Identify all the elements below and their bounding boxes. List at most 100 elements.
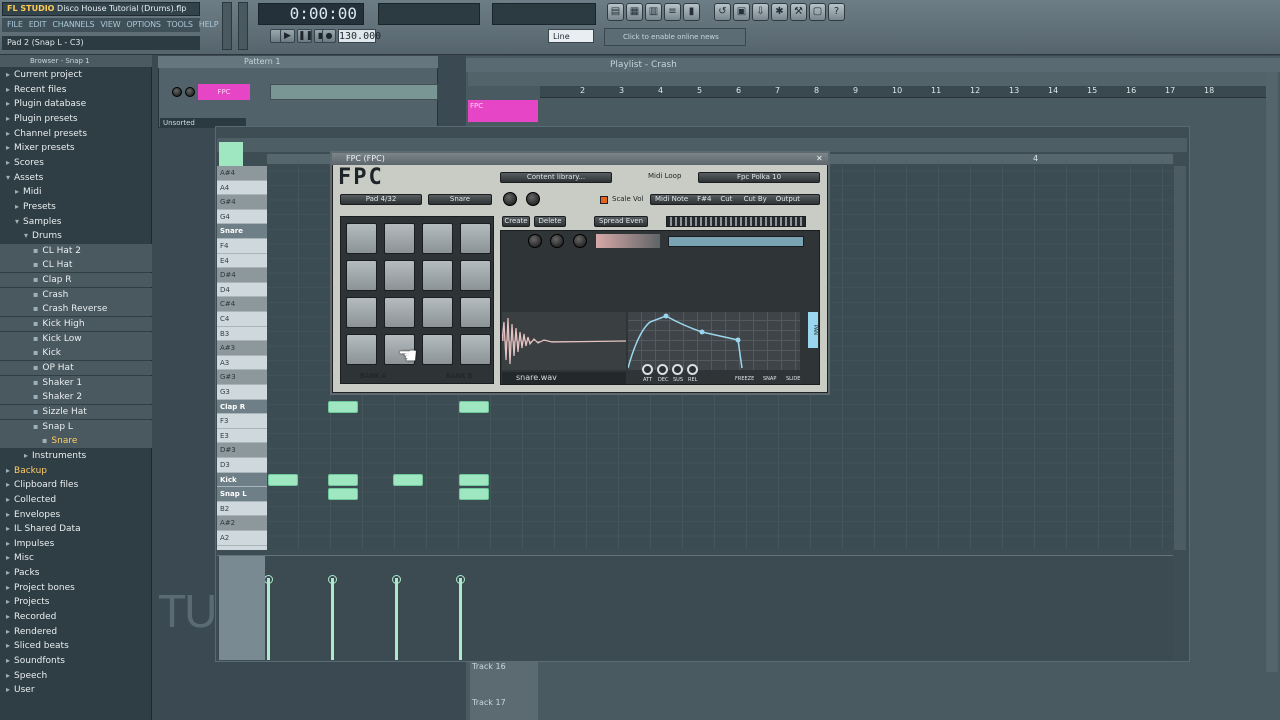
- browser-item[interactable]: ▪ Kick High: [0, 317, 152, 332]
- pan-knob[interactable]: [526, 192, 540, 206]
- layer-name[interactable]: Snare: [428, 194, 492, 205]
- velocity-handle[interactable]: [264, 575, 273, 584]
- browser-item[interactable]: ▸ Packs: [0, 566, 152, 580]
- drum-pad[interactable]: [422, 297, 453, 328]
- velocity-lane[interactable]: [217, 555, 1173, 660]
- tools-icon[interactable]: ⚒: [790, 3, 807, 21]
- drum-pad[interactable]: [346, 334, 377, 365]
- browser-item[interactable]: ▸ Rendered: [0, 625, 152, 639]
- drum-pad[interactable]: [422, 223, 453, 254]
- browser-item[interactable]: ▸ Current project: [0, 68, 152, 82]
- browser-item[interactable]: ▪ Crash Reverse: [0, 302, 152, 317]
- envelope-knob[interactable]: [672, 364, 683, 375]
- drum-pad[interactable]: [384, 223, 415, 254]
- piano-key[interactable]: D#4: [217, 268, 267, 283]
- browser-item[interactable]: ▪ Crash: [0, 287, 152, 302]
- browser-item[interactable]: ▸ Mixer presets: [0, 141, 152, 155]
- piano-key[interactable]: A2: [217, 531, 267, 546]
- piano-key[interactable]: Snap L: [217, 487, 267, 502]
- piano-key[interactable]: F4: [217, 239, 267, 254]
- browser-item[interactable]: ▪ CL Hat: [0, 258, 152, 273]
- browser-item[interactable]: ▪ Shaker 1: [0, 375, 152, 390]
- browser-item[interactable]: ▸ Sliced beats: [0, 639, 152, 653]
- spread-even-button[interactable]: Spread Even: [594, 216, 648, 227]
- browser-item[interactable]: ▸ Soundfonts: [0, 654, 152, 668]
- menu-file[interactable]: FILE: [5, 18, 25, 32]
- velocity-bar[interactable]: [395, 578, 398, 660]
- play-button[interactable]: ▶: [280, 29, 295, 43]
- piano-key[interactable]: A3: [217, 356, 267, 371]
- master-volume-slider[interactable]: [222, 2, 232, 50]
- browser-item[interactable]: ▪ Sizzle Hat: [0, 404, 152, 419]
- drum-pad[interactable]: [346, 223, 377, 254]
- master-pitch-slider[interactable]: [238, 2, 248, 50]
- track-16-header[interactable]: Track 16: [470, 660, 538, 696]
- velocity-handle[interactable]: [456, 575, 465, 584]
- browser-item[interactable]: ▾ Drums: [0, 229, 152, 243]
- drum-pad[interactable]: [346, 297, 377, 328]
- browser-item[interactable]: ▸ Impulses: [0, 537, 152, 551]
- piano-key[interactable]: D3: [217, 458, 267, 473]
- pan-tab[interactable]: PAN: [808, 312, 818, 348]
- menu-help[interactable]: HELP: [197, 18, 221, 32]
- playlist-track-1[interactable]: FPC: [468, 100, 538, 122]
- tool-selector[interactable]: [219, 142, 243, 166]
- create-button[interactable]: Create: [502, 216, 530, 227]
- velocity-handle[interactable]: [328, 575, 337, 584]
- menu-edit[interactable]: EDIT: [27, 18, 49, 32]
- drum-pad[interactable]: [384, 260, 415, 291]
- piano-key[interactable]: G4: [217, 210, 267, 225]
- content-library-dropdown[interactable]: Content library...: [500, 172, 612, 183]
- piano-key[interactable]: C4: [217, 312, 267, 327]
- browser-item[interactable]: ▪ OP Hat: [0, 361, 152, 375]
- velocity-bar[interactable]: [459, 578, 462, 660]
- browser-item[interactable]: ▸ Midi: [0, 185, 152, 199]
- slide-label[interactable]: SLIDE: [786, 376, 800, 382]
- piano-key[interactable]: F3: [217, 414, 267, 429]
- track-17-header[interactable]: Track 17: [470, 696, 538, 720]
- record-button[interactable]: ●: [322, 29, 336, 43]
- plugin-icon[interactable]: ✱: [771, 3, 788, 21]
- midi-note-bar[interactable]: Midi Note F#4 Cut Cut By Output: [650, 194, 820, 205]
- piano-key[interactable]: B2: [217, 502, 267, 517]
- layer-range-bar[interactable]: [668, 236, 804, 247]
- menu-channels[interactable]: CHANNELS: [50, 18, 96, 32]
- browser-item[interactable]: ▸ Project bones: [0, 581, 152, 595]
- snap-label[interactable]: SNAP: [763, 376, 776, 382]
- settings-icon[interactable]: ▢: [809, 3, 826, 21]
- browser-item[interactable]: ▸ Channel presets: [0, 127, 152, 141]
- browser-item[interactable]: ▪ Kick: [0, 346, 152, 361]
- preset-selector[interactable]: Fpc Polka 10: [698, 172, 820, 183]
- velocity-handle[interactable]: [392, 575, 401, 584]
- note[interactable]: [268, 473, 298, 486]
- channel-volume-knob[interactable]: [185, 87, 195, 97]
- browser-item[interactable]: ▸ Instruments: [0, 449, 152, 463]
- playlist-ruler[interactable]: 2 3 4 5 6 7 8 9 10 11 12 13 14 15 16 17 18: [540, 86, 1268, 98]
- piano-key[interactable]: D#3: [217, 443, 267, 458]
- browser-item[interactable]: ▪ Clap R: [0, 273, 152, 288]
- menu-view[interactable]: VIEW: [98, 18, 122, 32]
- mixer-icon[interactable]: ▮: [683, 3, 700, 21]
- piano-keys[interactable]: A#4 A4 G#4 G4 Snare F4 E4 D#4 D4 C#4 C4 B3 A#3 A3 G#3 G…: [217, 166, 267, 550]
- sample-name[interactable]: snare.wav: [502, 372, 626, 384]
- piano-key[interactable]: Snare: [217, 224, 267, 239]
- browser-item[interactable]: ▪ Snare: [0, 434, 152, 449]
- note[interactable]: [328, 473, 359, 486]
- pad-selector[interactable]: Pad 4/32: [340, 194, 422, 205]
- drum-pad[interactable]: [460, 260, 491, 291]
- delete-button[interactable]: Delete: [534, 216, 566, 227]
- envelope-knob[interactable]: [657, 364, 668, 375]
- drum-pad[interactable]: [422, 334, 453, 365]
- browser-item[interactable]: ▪ Shaker 2: [0, 390, 152, 405]
- browser-item[interactable]: ▪ Kick Low: [0, 331, 152, 346]
- browser-item[interactable]: ▪ Snap L: [0, 419, 152, 434]
- piano-key[interactable]: A#3: [217, 341, 267, 356]
- piano-key[interactable]: A#4: [217, 166, 267, 181]
- channel-steps[interactable]: [270, 84, 438, 100]
- close-icon[interactable]: ✕: [816, 154, 826, 164]
- piano-roll-scrollbar[interactable]: [1174, 166, 1186, 550]
- piano-roll-icon[interactable]: ▥: [645, 3, 662, 21]
- browser-item[interactable]: ▸ Plugin database: [0, 97, 152, 111]
- browser-item[interactable]: ▸ Misc: [0, 551, 152, 565]
- piano-key[interactable]: E3: [217, 429, 267, 444]
